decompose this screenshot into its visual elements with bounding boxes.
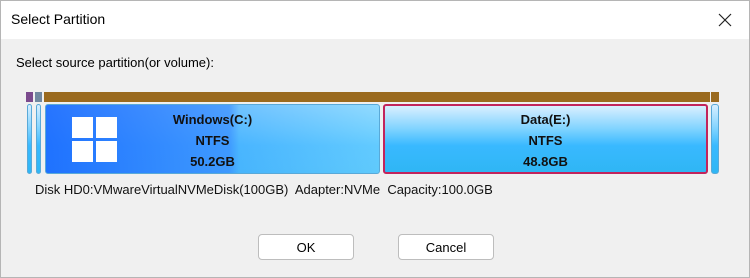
disk-partition-map: Windows(C:) NTFS 50.2GB Data(E:) NTFS 48… xyxy=(26,92,719,176)
disk-info: Disk HD0:VMwareVirtualNVMeDisk(100GB) Ad… xyxy=(35,182,493,197)
partition-c-filesystem: NTFS xyxy=(195,133,230,148)
partition-system-reserved[interactable] xyxy=(26,92,33,176)
ok-button[interactable]: OK xyxy=(258,234,354,260)
partition-data-e[interactable]: Data(E:) NTFS 48.8GB xyxy=(381,92,710,176)
select-partition-dialog: Select Partition Select source partition… xyxy=(0,0,750,278)
partition-c-name: Windows(C:) xyxy=(172,112,253,127)
partition-c-size: 50.2GB xyxy=(190,154,235,169)
dialog-title: Select Partition xyxy=(11,11,106,27)
prompt-text: Select source partition(or volume): xyxy=(16,55,214,70)
cancel-button[interactable]: Cancel xyxy=(398,234,494,260)
close-icon xyxy=(718,13,732,27)
close-button[interactable] xyxy=(705,4,745,36)
partition-windows-c[interactable]: Windows(C:) NTFS 50.2GB xyxy=(44,92,381,176)
partition-e-filesystem: NTFS xyxy=(528,133,563,148)
partition-e-size: 48.8GB xyxy=(523,154,568,169)
title-bar: Select Partition xyxy=(1,1,749,39)
partition-efi[interactable] xyxy=(35,92,42,176)
partition-recovery[interactable] xyxy=(711,92,719,176)
partition-e-name: Data(E:) xyxy=(520,112,571,127)
